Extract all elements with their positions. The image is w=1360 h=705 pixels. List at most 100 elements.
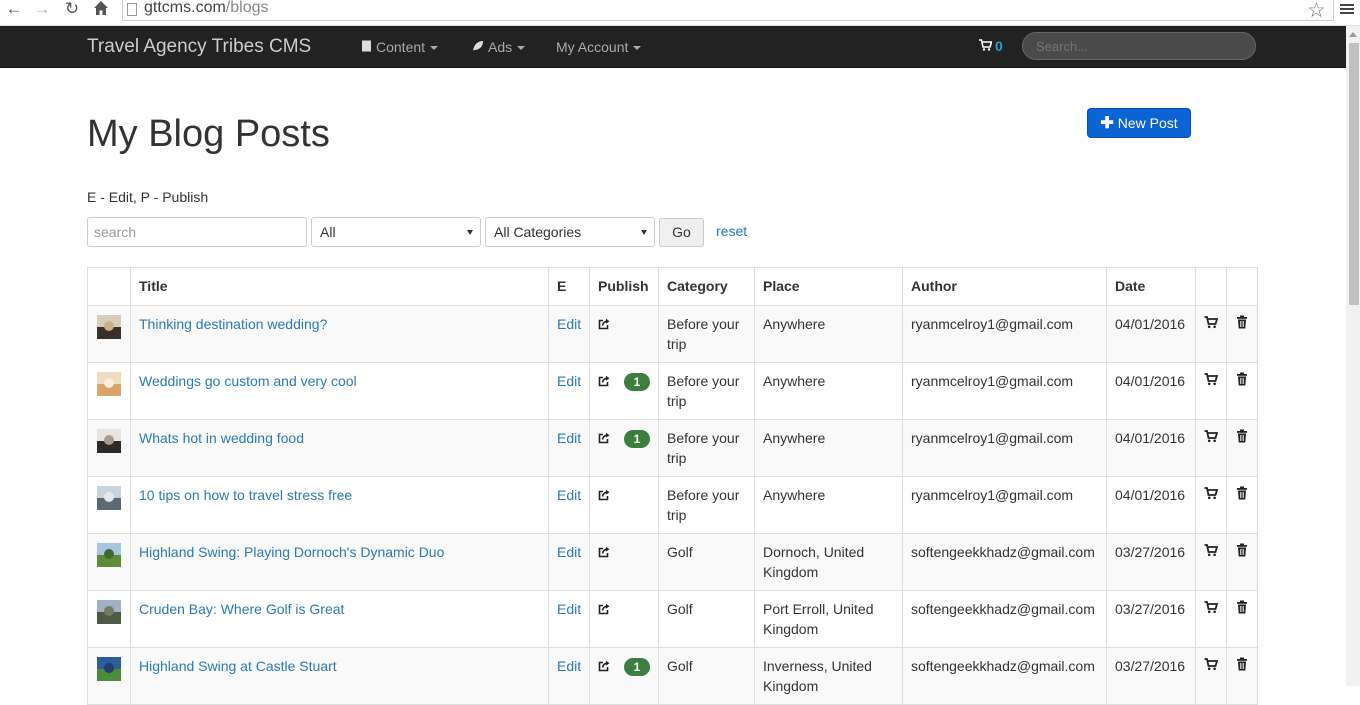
status-select[interactable]: All	[311, 217, 481, 247]
post-title-link[interactable]: Thinking destination wedding?	[139, 316, 327, 332]
author-cell: softengeekkhadz@gmail.com	[902, 533, 1107, 591]
nav-ads-dropdown[interactable]: Ads	[472, 39, 526, 55]
edit-cell: Edit	[548, 647, 590, 705]
address-bar[interactable]: gttcms.com/blogs	[122, 0, 1334, 21]
bookmark-star-icon[interactable]: ☆	[1307, 0, 1326, 23]
trash-icon[interactable]	[1235, 315, 1249, 329]
browser-menu-icon[interactable]	[1340, 2, 1354, 16]
publish-cell: 1	[589, 647, 659, 705]
nav-my-account-dropdown[interactable]: My Account	[556, 39, 642, 55]
edit-link[interactable]: Edit	[557, 658, 581, 674]
category-cell: Before your trip	[658, 305, 755, 363]
back-arrow-icon[interactable]: ←	[4, 0, 24, 20]
cart-link[interactable]: 0	[979, 38, 1003, 54]
col-header-publish: Publish	[589, 267, 659, 306]
date-cell: 04/01/2016	[1106, 362, 1196, 420]
cart-icon[interactable]	[1204, 315, 1218, 329]
reset-link[interactable]: reset	[716, 223, 747, 239]
share-icon[interactable]	[598, 489, 610, 501]
page-scrollbar[interactable]	[1346, 26, 1360, 686]
navbar-search-input[interactable]	[1022, 32, 1256, 60]
col-header-place: Place	[754, 267, 903, 306]
edit-link[interactable]: Edit	[557, 601, 581, 617]
cart-icon[interactable]	[1204, 600, 1218, 614]
caret-down-icon	[517, 46, 526, 51]
reload-icon[interactable]: ↻	[62, 0, 82, 20]
share-icon[interactable]	[598, 660, 610, 672]
share-icon[interactable]	[598, 603, 610, 615]
scrollbar-thumb[interactable]	[1349, 43, 1359, 305]
post-search-input[interactable]: search	[87, 217, 307, 247]
home-icon[interactable]	[91, 0, 111, 20]
post-title-link[interactable]: Highland Swing: Playing Dornoch's Dynami…	[139, 544, 444, 560]
post-thumbnail[interactable]	[97, 486, 121, 510]
share-icon[interactable]	[598, 318, 610, 330]
cart-cell	[1195, 533, 1227, 591]
table-row: Cruden Bay: Where Golf is Great Edit Golf P…	[87, 590, 1258, 648]
post-title-link[interactable]: Cruden Bay: Where Golf is Great	[139, 601, 344, 617]
title-cell: Thinking destination wedding?	[130, 305, 549, 363]
post-title-link[interactable]: Highland Swing at Castle Stuart	[139, 658, 337, 674]
scroll-up-icon[interactable]	[1349, 32, 1357, 37]
trash-icon[interactable]	[1235, 600, 1249, 614]
table-row: Highland Swing at Castle Stuart Edit 1 Golf…	[87, 647, 1258, 705]
edit-link[interactable]: Edit	[557, 430, 581, 446]
table-row: Thinking destination wedding? Edit Before …	[87, 305, 1258, 363]
go-button[interactable]: Go	[659, 218, 704, 247]
col-header-category: Category	[658, 267, 755, 306]
post-thumbnail[interactable]	[97, 543, 121, 567]
trash-icon[interactable]	[1235, 486, 1249, 500]
edit-link[interactable]: Edit	[557, 316, 581, 332]
publish-cell	[589, 305, 659, 363]
cart-cell	[1195, 590, 1227, 648]
post-thumbnail[interactable]	[97, 600, 121, 624]
post-title-link[interactable]: Whats hot in wedding food	[139, 430, 304, 446]
post-title-link[interactable]: Weddings go custom and very cool	[139, 373, 357, 389]
trash-icon[interactable]	[1235, 657, 1249, 671]
forward-arrow-icon[interactable]: →	[32, 0, 52, 20]
trash-icon[interactable]	[1235, 543, 1249, 557]
edit-cell: Edit	[548, 362, 590, 420]
edit-link[interactable]: Edit	[557, 544, 581, 560]
post-thumbnail[interactable]	[97, 429, 121, 453]
share-icon[interactable]	[598, 546, 610, 558]
col-header-date: Date	[1106, 267, 1196, 306]
post-thumbnail[interactable]	[97, 372, 121, 396]
cart-icon	[979, 39, 993, 51]
edit-link[interactable]: Edit	[557, 373, 581, 389]
col-header-delete	[1226, 267, 1258, 306]
delete-cell	[1226, 419, 1258, 477]
trash-icon[interactable]	[1235, 429, 1249, 443]
thumb-cell	[87, 305, 131, 363]
caret-down-icon	[430, 46, 439, 51]
col-header-cart	[1195, 267, 1227, 306]
cart-icon[interactable]	[1204, 486, 1218, 500]
trash-icon[interactable]	[1235, 372, 1249, 386]
post-title-link[interactable]: 10 tips on how to travel stress free	[139, 487, 352, 503]
post-thumbnail[interactable]	[97, 315, 121, 339]
page-title: My Blog Posts	[87, 113, 330, 155]
place-cell: Inverness, United Kingdom	[754, 647, 903, 705]
cart-icon[interactable]	[1204, 429, 1218, 443]
share-icon[interactable]	[598, 375, 610, 387]
nav-content-dropdown[interactable]: Content	[361, 39, 439, 55]
category-select[interactable]: All Categories	[485, 217, 655, 247]
table-row: Highland Swing: Playing Dornoch's Dynami…	[87, 533, 1258, 591]
author-cell: softengeekkhadz@gmail.com	[902, 590, 1107, 648]
edit-link[interactable]: Edit	[557, 487, 581, 503]
delete-cell	[1226, 533, 1258, 591]
publish-cell	[589, 476, 659, 534]
post-thumbnail[interactable]	[97, 657, 121, 681]
share-icon[interactable]	[598, 432, 610, 444]
cart-icon[interactable]	[1204, 657, 1218, 671]
author-cell: softengeekkhadz@gmail.com	[902, 647, 1107, 705]
new-post-button[interactable]: ✚ New Post	[1087, 108, 1191, 138]
edit-cell: Edit	[548, 419, 590, 477]
edit-cell: Edit	[548, 476, 590, 534]
brand-title[interactable]: Travel Agency Tribes CMS	[87, 36, 311, 58]
cart-icon[interactable]	[1204, 543, 1218, 557]
delete-cell	[1226, 590, 1258, 648]
category-cell: Golf	[658, 533, 755, 591]
col-header-author: Author	[902, 267, 1107, 306]
cart-icon[interactable]	[1204, 372, 1218, 386]
